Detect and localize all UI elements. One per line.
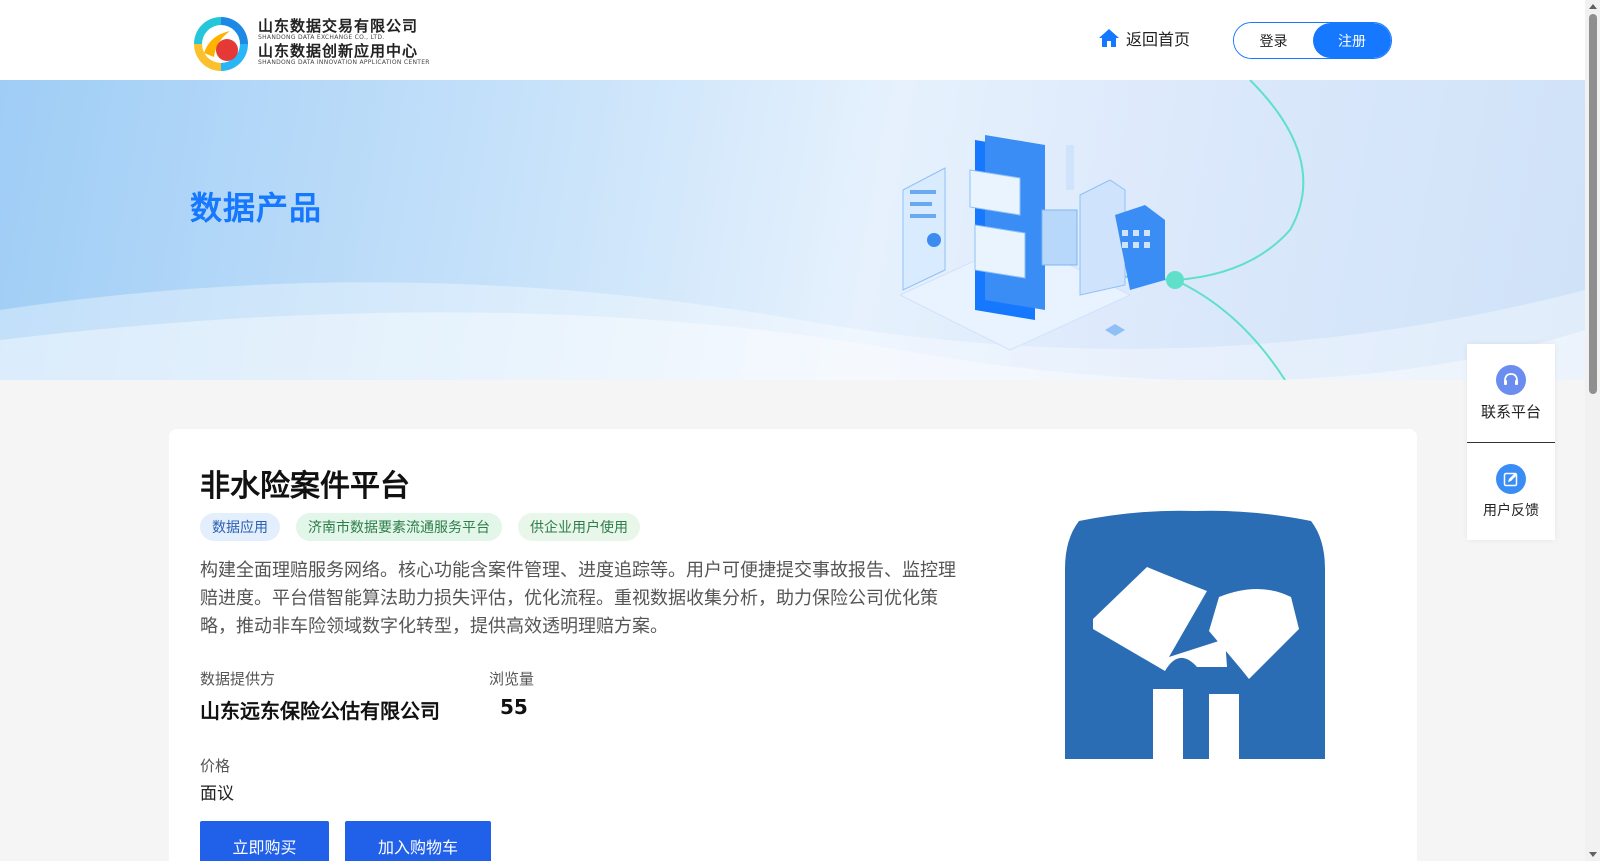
logo-title-2: 山东数据创新应用中心 bbox=[258, 42, 419, 60]
scroll-down-icon[interactable] bbox=[1589, 852, 1597, 857]
home-link-label: 返回首页 bbox=[1126, 30, 1191, 49]
provider-label: 数据提供方 bbox=[200, 670, 276, 688]
headset-icon bbox=[1496, 364, 1526, 395]
contact-platform-label: 联系平台 bbox=[1480, 402, 1541, 421]
home-icon bbox=[1099, 29, 1119, 47]
page-title: 数据产品 bbox=[190, 189, 323, 227]
contact-platform-button[interactable]: 联系平台 bbox=[1467, 344, 1555, 442]
user-feedback-button[interactable]: 用户反馈 bbox=[1467, 442, 1555, 540]
auth-group: 登录 注册 bbox=[1233, 22, 1392, 59]
product-logo-image bbox=[1059, 509, 1331, 759]
price-value: 面议 bbox=[200, 784, 234, 804]
user-feedback-label: 用户反馈 bbox=[1483, 502, 1539, 519]
logo-title-2-en: SHANDONG DATA INNOVATION APPLICATION CEN… bbox=[258, 59, 430, 66]
scroll-thumb[interactable] bbox=[1589, 14, 1597, 394]
add-to-cart-button[interactable]: 加入购物车 bbox=[345, 821, 491, 861]
scroll-up-icon[interactable] bbox=[1589, 4, 1597, 9]
views-label: 浏览量 bbox=[489, 670, 535, 688]
product-description: 构建全面理赔服务网络。核心功能含案件管理、进度追踪等。用户可便捷提交事故报告、监… bbox=[200, 560, 956, 637]
buy-now-button[interactable]: 立即购买 bbox=[200, 821, 329, 861]
page-scrollbar[interactable] bbox=[1585, 0, 1600, 861]
register-button[interactable]: 注册 bbox=[1313, 23, 1391, 58]
top-header: 山东数据交易有限公司 SHANDONG DATA EXCHANGE CO., L… bbox=[0, 0, 1585, 80]
banner-illustration bbox=[0, 80, 1585, 380]
views-count: 55 bbox=[500, 695, 528, 719]
tag-platform: 济南市数据要素流通服务平台 bbox=[296, 513, 502, 541]
hero-banner: 数据产品 bbox=[0, 80, 1585, 380]
logo-title-1: 山东数据交易有限公司 bbox=[258, 17, 419, 35]
product-title: 非水险案件平台 bbox=[200, 469, 410, 504]
home-link[interactable]: 返回首页 bbox=[1098, 26, 1190, 50]
logo-title-1-en: SHANDONG DATA EXCHANGE CO., LTD. bbox=[258, 34, 385, 41]
tag-category: 数据应用 bbox=[200, 513, 280, 541]
floating-side-panel: 联系平台 用户反馈 bbox=[1467, 344, 1555, 540]
company-logo[interactable]: 山东数据交易有限公司 SHANDONG DATA EXCHANGE CO., L… bbox=[190, 12, 450, 76]
price-label: 价格 bbox=[200, 757, 231, 775]
product-tags: 数据应用 济南市数据要素流通服务平台 供企业用户使用 bbox=[200, 513, 640, 541]
product-card: 非水险案件平台 数据应用 济南市数据要素流通服务平台 供企业用户使用 构建全面理… bbox=[169, 429, 1417, 861]
login-button[interactable]: 登录 bbox=[1234, 23, 1313, 58]
edit-icon bbox=[1496, 463, 1526, 494]
tag-audience: 供企业用户使用 bbox=[518, 513, 640, 541]
provider-name: 山东远东保险公估有限公司 bbox=[200, 699, 440, 723]
shield-logo-icon bbox=[1065, 510, 1325, 759]
logo-swirl-icon bbox=[190, 13, 252, 75]
